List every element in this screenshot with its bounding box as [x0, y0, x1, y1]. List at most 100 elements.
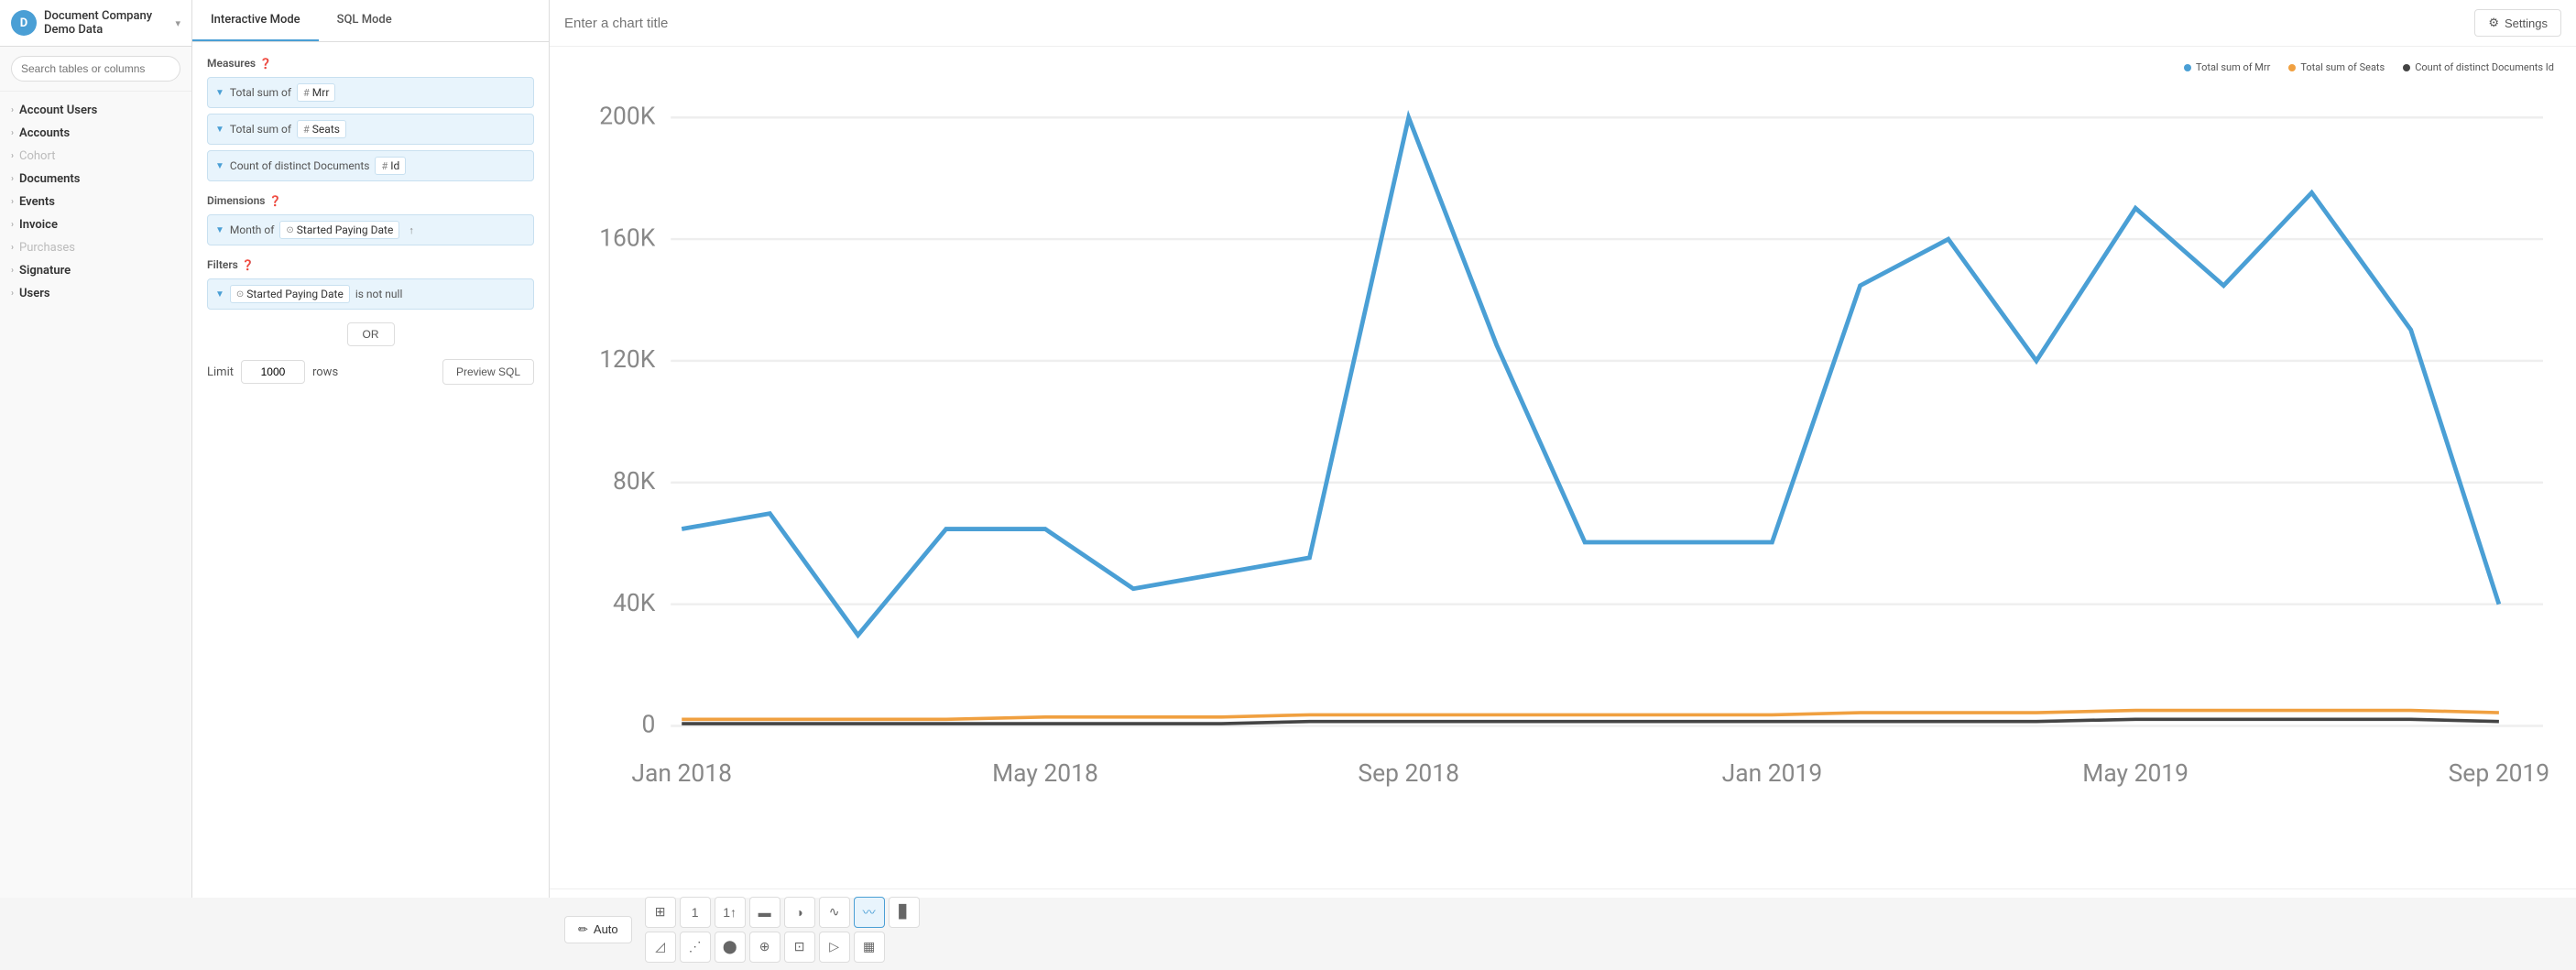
sidebar-item-invoice[interactable]: ›Invoice: [0, 213, 191, 236]
sidebar-item-users[interactable]: ›Users: [0, 282, 191, 305]
sidebar-item-label: Purchases: [19, 241, 75, 255]
tab-sql[interactable]: SQL Mode: [319, 0, 410, 41]
legend-dot: [2184, 64, 2191, 71]
settings-label: Settings: [2505, 16, 2548, 30]
svg-text:120K: 120K: [599, 345, 656, 374]
toolbar-bubble-button[interactable]: ⬤: [715, 932, 746, 963]
svg-text:May 2019: May 2019: [2082, 759, 2189, 788]
legend-dot: [2288, 64, 2296, 71]
limit-label: Limit: [207, 365, 234, 379]
chevron-right-icon: ›: [11, 151, 14, 161]
toolbar-pivot-button[interactable]: ▦: [854, 932, 885, 963]
toolbar-table-button[interactable]: ⊞: [645, 897, 676, 928]
chevron-right-icon: ›: [11, 266, 14, 276]
toolbar-buttons: ⊞ 1 1↑ ▬ ◑ ∿〰 ▊ ◿ ⋰ ⬤ ⊕ ⊡ ▷ ▦: [645, 897, 920, 963]
bar-icon: ▊: [899, 904, 909, 920]
chart-header: ⚙ Settings: [550, 0, 2576, 47]
or-button[interactable]: OR: [347, 322, 395, 346]
measure-field-name: Id: [390, 159, 399, 172]
toolbar-number-trend-button[interactable]: 1↑: [715, 897, 746, 928]
toolbar-heatmap-button[interactable]: ⊡: [784, 932, 815, 963]
measure-dropdown-icon[interactable]: ▼: [215, 88, 224, 98]
dimension-agg-label: Month of: [230, 223, 274, 236]
sidebar-nav: ›Account Users›Accounts›Cohort›Documents…: [0, 92, 191, 898]
chevron-right-icon: ›: [11, 197, 14, 207]
limit-row: Limit rows Preview SQL: [207, 359, 534, 385]
chart-area: Total sum of Mrr Total sum of Seats Coun…: [550, 47, 2576, 888]
sidebar-header[interactable]: D Document Company Demo Data ▾: [0, 0, 191, 47]
filter-dropdown-icon[interactable]: ▼: [215, 289, 224, 300]
svg-text:160K: 160K: [599, 223, 656, 252]
filter-vis-icon: ▷: [829, 939, 839, 954]
legend-label: Total sum of Mrr: [2196, 61, 2270, 73]
limit-input[interactable]: [241, 360, 305, 384]
sidebar-item-label: Account Users: [19, 104, 97, 117]
svg-text:Jan 2018: Jan 2018: [631, 759, 732, 788]
toolbar-line-button[interactable]: ∿: [819, 897, 850, 928]
sidebar-item-signature[interactable]: › Signature: [0, 259, 191, 282]
dimensions-help-icon[interactable]: ❓: [268, 195, 281, 207]
measure-field-pill[interactable]: # Mrr: [297, 83, 335, 102]
toolbar-bar-button[interactable]: ▊: [889, 897, 920, 928]
sidebar-item-account-users[interactable]: ›Account Users: [0, 99, 191, 122]
measures-container: ▼ Total sum of # Mrr ▼ Total sum of # Se…: [207, 77, 534, 181]
toolbar-number-button[interactable]: 1: [680, 897, 711, 928]
clock-icon: ⊙: [236, 289, 244, 300]
measures-help-icon[interactable]: ❓: [259, 58, 272, 70]
sidebar-item-events[interactable]: › Events: [0, 191, 191, 213]
toolbar-row-1: ⊞ 1 1↑ ▬ ◑ ∿〰 ▊: [645, 897, 920, 928]
scatter-icon: ⋰: [689, 939, 702, 954]
toolbar-globe-button[interactable]: ⊕: [749, 932, 780, 963]
dimension-field-pill[interactable]: ⊙ Started Paying Date: [279, 221, 399, 239]
measure-field-pill[interactable]: # Seats: [297, 120, 346, 138]
toolbar-area-button[interactable]: ◿: [645, 932, 676, 963]
filter-field-pill[interactable]: ⊙ Started Paying Date: [230, 285, 350, 303]
measure-row-1: ▼ Total sum of # Seats: [207, 114, 534, 145]
chart-title-input[interactable]: [564, 16, 2463, 31]
tab-interactive[interactable]: Interactive Mode: [192, 0, 319, 41]
svg-text:Sep 2018: Sep 2018: [1358, 759, 1459, 788]
toolbar-filter-vis-button[interactable]: ▷: [819, 932, 850, 963]
settings-button[interactable]: ⚙ Settings: [2474, 9, 2561, 37]
sort-icon[interactable]: ↑: [409, 224, 414, 236]
chevron-right-icon: ›: [11, 289, 14, 299]
chart-legend: Total sum of Mrr Total sum of Seats Coun…: [572, 61, 2554, 73]
number-icon: 1: [692, 905, 699, 920]
toolbar-pie-button[interactable]: ◑: [784, 897, 815, 928]
sidebar-item-purchases: ›Purchases: [0, 236, 191, 259]
measure-row-0: ▼ Total sum of # Mrr: [207, 77, 534, 108]
measure-dropdown-icon[interactable]: ▼: [215, 125, 224, 135]
toolbar-progress-button[interactable]: ▬: [749, 897, 780, 928]
measure-dropdown-icon[interactable]: ▼: [215, 161, 224, 171]
auto-button[interactable]: ✏ Auto: [564, 916, 632, 943]
filters-container: ▼ ⊙ Started Paying Date is not null: [207, 278, 534, 310]
sidebar-item-accounts[interactable]: ›Accounts: [0, 122, 191, 145]
pie-icon: ◑: [795, 905, 802, 920]
measure-field-pill[interactable]: # Id: [375, 157, 406, 175]
sidebar-title: Document Company Demo Data: [44, 9, 168, 37]
dimension-field-name: Started Paying Date: [297, 223, 394, 236]
toolbar-line-active-button[interactable]: 〰: [854, 897, 885, 928]
sidebar-item-documents[interactable]: ›Documents: [0, 168, 191, 191]
measures-label: Measures ❓: [207, 57, 534, 70]
sidebar-item-label: Events: [19, 195, 55, 209]
chart-svg: 200K 160K 120K 80K 40K 0 Jan 2018 May 20…: [572, 84, 2554, 881]
progress-icon: ▬: [759, 905, 771, 920]
search-input[interactable]: [11, 56, 180, 82]
heatmap-icon: ⊡: [794, 939, 805, 954]
svg-text:0: 0: [641, 711, 655, 739]
sidebar-item-label: Accounts: [19, 126, 70, 140]
chevron-right-icon: ›: [11, 174, 14, 184]
svg-text:40K: 40K: [613, 589, 656, 617]
measure-field-name: Mrr: [312, 86, 330, 99]
area-icon: ◿: [655, 939, 665, 954]
preview-sql-button[interactable]: Preview SQL: [442, 359, 534, 385]
dimension-dropdown-icon[interactable]: ▼: [215, 225, 224, 235]
filters-help-icon[interactable]: ❓: [242, 259, 255, 271]
tabs-container: Interactive ModeSQL Mode: [192, 0, 549, 42]
measure-agg-label: Total sum of: [230, 123, 291, 136]
hash-icon: #: [381, 160, 387, 172]
toolbar-scatter-button[interactable]: ⋰: [680, 932, 711, 963]
sidebar-item-label: Signature: [19, 264, 71, 278]
bubble-icon: ⬤: [723, 939, 737, 954]
